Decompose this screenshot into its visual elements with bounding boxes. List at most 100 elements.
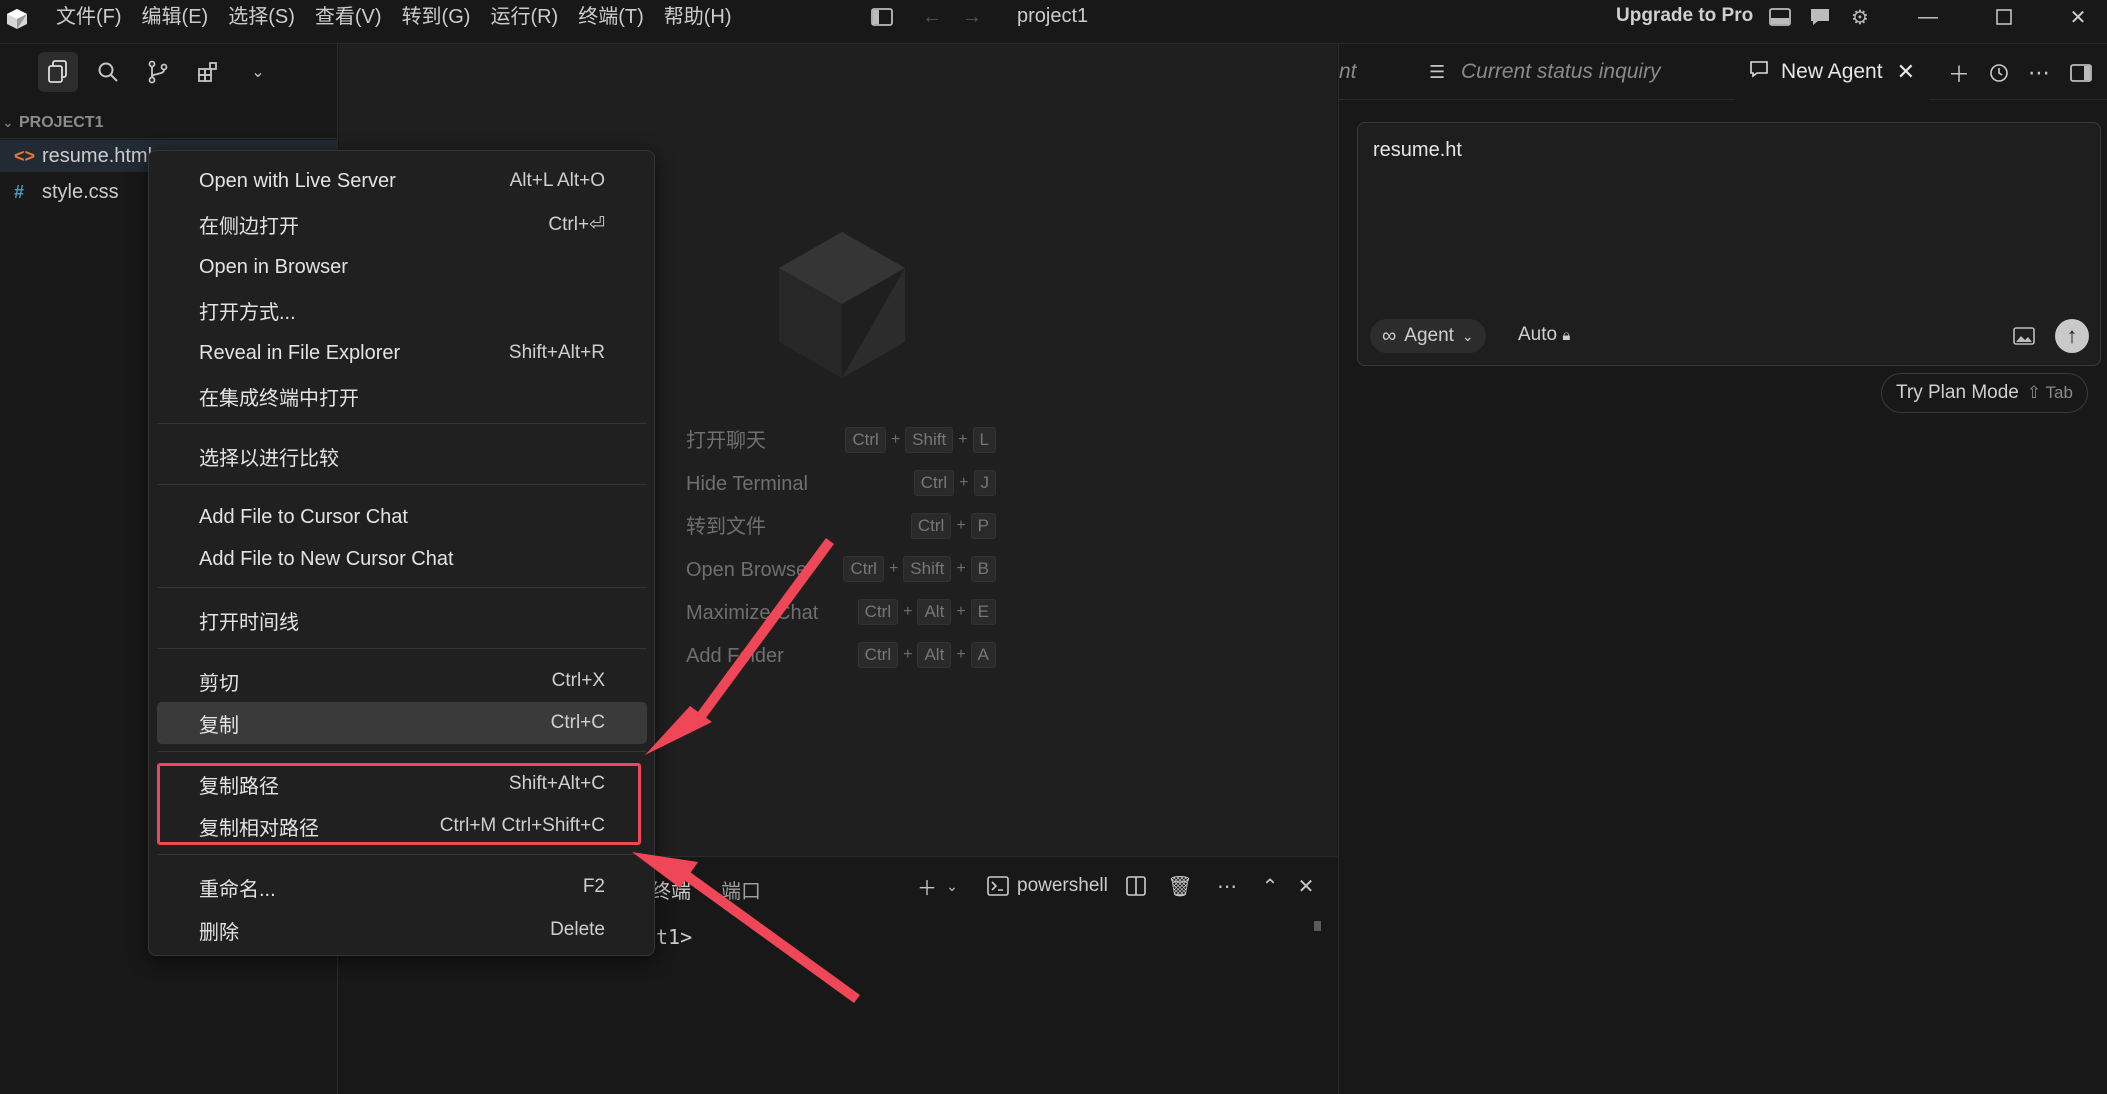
tab-new-agent[interactable]: New Agent ✕ [1735, 44, 1930, 100]
chevron-down-icon[interactable]: ⌄ [937, 871, 967, 901]
tab-agent-previous[interactable]: nt [1339, 44, 1409, 100]
more-actions-icon[interactable]: ⋯ [1212, 871, 1242, 901]
back-arrow-icon[interactable]: ← [918, 4, 946, 30]
shortcut-row: Open Browser Ctrl + Shift + B [686, 556, 1006, 584]
source-control-icon[interactable] [138, 52, 178, 92]
shell-label[interactable]: powershell [1017, 875, 1108, 897]
key: Ctrl [857, 599, 899, 625]
menu-item-label: 重命名... [199, 878, 276, 901]
activity-bar: ⌄ [38, 52, 278, 92]
menu-item-shortcut: Alt+L Alt+O [509, 170, 605, 191]
tab-label: nt [1339, 60, 1357, 83]
menu-terminal[interactable]: 终端(T) [568, 0, 654, 34]
shortcut-label: Hide Terminal [686, 473, 808, 495]
menu-go[interactable]: 转到(G) [392, 0, 481, 34]
trash-icon[interactable]: 🗑 [1165, 871, 1195, 901]
menu-item-copy[interactable]: 复制 Ctrl+C [157, 702, 647, 744]
close-panel-icon[interactable]: ✕ [1291, 871, 1321, 901]
shortcut-row: Hide Terminal Ctrl + J [686, 470, 1006, 498]
terminal-prompt[interactable]: t1> [656, 925, 692, 949]
key: L [972, 427, 996, 453]
tab-ports[interactable]: 端口 [721, 875, 761, 904]
maximize-panel-icon[interactable]: ⌃ [1255, 871, 1285, 901]
chat-input-text[interactable]: resume.ht [1373, 139, 1462, 162]
model-selector[interactable]: Auto 🔒︎ [1518, 324, 1570, 346]
menu-item-label: 在侧边打开 [199, 215, 299, 238]
menu-item-shortcut: Ctrl+X [551, 670, 605, 691]
title-bar: 文件(F) 编辑(E) 选择(S) 查看(V) 转到(G) 运行(R) 终端(T… [0, 0, 2107, 44]
menu-help[interactable]: 帮助(H) [654, 0, 742, 34]
key: E [970, 599, 996, 625]
split-terminal-icon[interactable] [1121, 871, 1151, 901]
agent-mode-dropdown[interactable]: ∞ Agent ⌄ [1370, 319, 1486, 353]
menu-item-label: 剪切 [199, 672, 239, 695]
key: Ctrl [913, 470, 955, 496]
menu-item-label: Open in Browser [199, 255, 348, 278]
chevron-down-icon[interactable]: ⌄ [238, 52, 278, 92]
toggle-secondary-sidebar-icon[interactable] [2065, 58, 2097, 88]
tab-current-status-inquiry[interactable]: ☰ Current status inquiry [1429, 44, 1661, 100]
menu-separator [157, 587, 647, 588]
menu-separator [157, 484, 647, 485]
menu-item-cut[interactable]: 剪切 Ctrl+X [157, 660, 647, 702]
chat-input-box[interactable]: resume.ht ∞ Agent ⌄ Auto 🔒︎ ↑ [1357, 122, 2101, 366]
menu-item-label: Add File to New Cursor Chat [199, 547, 454, 570]
menu-edit[interactable]: 编辑(E) [132, 0, 219, 34]
menu-item-delete[interactable]: 删除 Delete [157, 909, 647, 951]
menu-file[interactable]: 文件(F) [46, 0, 132, 34]
try-plan-mode-button[interactable]: Try Plan Mode ⇧ Tab [1881, 373, 2088, 413]
menu-item-rename[interactable]: 重命名... F2 [157, 866, 647, 908]
terminal-scrollbar[interactable] [1314, 921, 1321, 931]
toggle-sidebar-icon[interactable] [868, 4, 896, 30]
close-window-icon[interactable]: ✕ [2048, 0, 2107, 34]
menu-run[interactable]: 运行(R) [480, 0, 568, 34]
menu-item-reveal-in-explorer[interactable]: Reveal in File Explorer Shift+Alt+R [157, 332, 647, 374]
forward-arrow-icon[interactable]: → [958, 4, 986, 30]
tab-terminal[interactable]: 终端 [651, 875, 691, 904]
maximize-icon[interactable] [1974, 0, 2034, 34]
menu-item-add-to-new-cursor-chat[interactable]: Add File to New Cursor Chat [157, 538, 647, 580]
project-title[interactable]: PROJECT1 [0, 107, 338, 139]
menu-item-open-in-browser[interactable]: Open in Browser [157, 246, 647, 288]
explorer-files-icon[interactable] [38, 52, 78, 92]
close-tab-icon[interactable]: ✕ [1897, 59, 1915, 85]
send-arrow-icon[interactable]: ↑ [2055, 319, 2089, 353]
menu-item-open-with-live-server[interactable]: Open with Live Server Alt+L Alt+O [157, 160, 647, 202]
menu-item-select-for-compare[interactable]: 选择以进行比较 [157, 435, 647, 477]
file-name: style.css [42, 180, 119, 203]
menu-item-open-to-side[interactable]: 在侧边打开 Ctrl+⏎ [157, 203, 647, 245]
cursor-watermark-logo-icon [779, 232, 905, 378]
settings-gear-icon[interactable]: ⚙ [1846, 4, 1874, 30]
key: Ctrl [843, 556, 884, 582]
more-options-icon[interactable]: ⋯ [2023, 58, 2055, 88]
menu-item-open-in-terminal[interactable]: 在集成终端中打开 [157, 375, 647, 417]
menu-item-add-to-cursor-chat[interactable]: Add File to Cursor Chat [157, 496, 647, 538]
menu-item-open-timeline[interactable]: 打开时间线 [157, 599, 647, 641]
shortcut-label: 转到文件 [686, 516, 766, 538]
search-icon[interactable] [88, 52, 128, 92]
cursor-logo-icon [7, 9, 27, 29]
menu-bar: 文件(F) 编辑(E) 选择(S) 查看(V) 转到(G) 运行(R) 终端(T… [46, 0, 742, 34]
menu-item-label: 选择以进行比较 [199, 447, 339, 470]
menu-item-shortcut: Shift+Alt+R [508, 342, 605, 363]
menu-item-label: Add File to Cursor Chat [199, 505, 408, 528]
lock-icon: 🔒︎ [1562, 327, 1571, 344]
menu-separator [157, 423, 647, 424]
minimize-icon[interactable]: — [1898, 0, 1958, 34]
menu-item-label: 在集成终端中打开 [199, 387, 359, 410]
menu-item-shortcut: Ctrl+⏎ [548, 213, 605, 235]
menu-view[interactable]: 查看(V) [305, 0, 392, 34]
shortcut-keys: Ctrl + P [910, 513, 996, 539]
image-attach-icon[interactable] [2010, 322, 2038, 350]
extensions-icon[interactable] [188, 52, 228, 92]
key: Ctrl [910, 513, 952, 539]
new-chat-icon[interactable]: ＋ [1943, 58, 1975, 88]
menu-item-shortcut: Ctrl+C [550, 712, 605, 733]
menu-item-open-with[interactable]: 打开方式... [157, 289, 647, 331]
history-clock-icon[interactable] [1983, 58, 2015, 88]
menu-selection[interactable]: 选择(S) [218, 0, 305, 34]
menu-separator [157, 648, 647, 649]
upgrade-button[interactable]: Upgrade to Pro [1616, 5, 1753, 27]
chat-bubble-icon[interactable] [1806, 4, 1834, 30]
toggle-panel-icon[interactable] [1766, 4, 1794, 30]
